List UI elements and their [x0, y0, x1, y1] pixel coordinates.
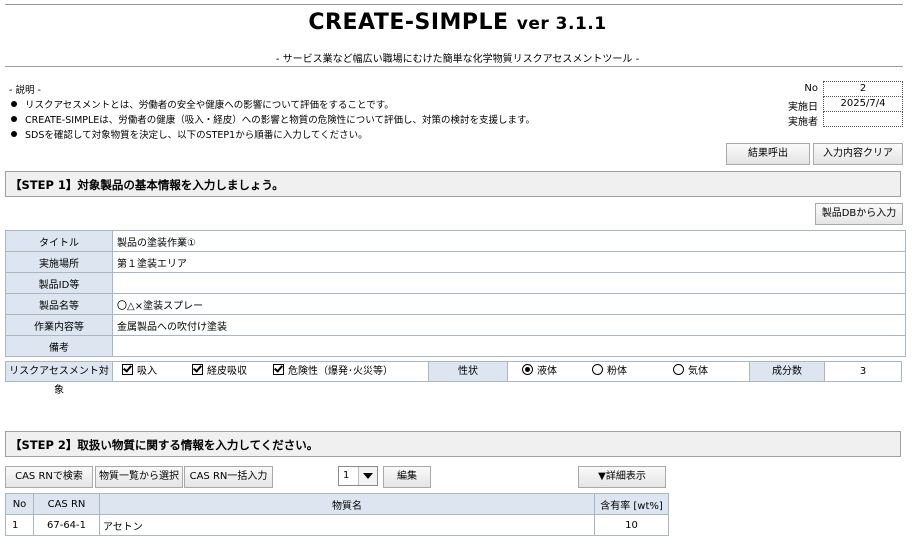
- step1-header: 【STEP 1】対象製品の基本情報を入力しましょう。: [5, 171, 901, 197]
- edit-button[interactable]: 編集: [383, 466, 431, 488]
- hazard-checkbox[interactable]: 危険性（爆発･火災等）: [273, 362, 393, 381]
- location-field[interactable]: 第１塗装エリア: [112, 251, 906, 273]
- form-row-remarks: 備考: [5, 335, 906, 357]
- ra-target-label: リスクアセスメント対象: [5, 361, 113, 396]
- description-line-1: リスクアセスメントとは、労働者の安全や健康への影響について評価をすることです。: [11, 97, 394, 111]
- show-details-button[interactable]: ▼詳細表示: [578, 466, 666, 488]
- components-field[interactable]: 3: [824, 361, 902, 382]
- bullet-icon: [11, 116, 17, 122]
- step2-header: 【STEP 2】取扱い物質に関する情報を入力してください。: [5, 431, 901, 457]
- state-powder-label: 粉体: [607, 366, 627, 377]
- description-heading: - 説明 -: [9, 85, 41, 96]
- dermal-checkbox[interactable]: 経皮吸収: [192, 362, 247, 381]
- person-field[interactable]: [823, 111, 903, 127]
- column-header-cas: CAS RN: [33, 493, 100, 515]
- dermal-label: 経皮吸収: [207, 366, 247, 377]
- app-subtitle: - サービス業など幅広い職場にむけた簡単な化学物質リスクアセスメントツール -: [275, 54, 640, 65]
- inhalation-label: 吸入: [137, 366, 157, 377]
- description-line-2: CREATE-SIMPLEは、労働者の健康（吸入・経皮）への影響と物質の危険性に…: [11, 112, 535, 126]
- no-field[interactable]: 2: [823, 81, 903, 97]
- row-no: 1: [5, 514, 34, 536]
- recall-results-button[interactable]: 結果呼出: [726, 143, 810, 165]
- bullet-icon: [11, 101, 17, 107]
- substance-list-button[interactable]: 物質一覧から選択: [95, 466, 183, 488]
- state-gas-radio[interactable]: 気体: [673, 362, 708, 381]
- form-row-work: 作業内容等 金属製品への吹付け塗装: [5, 314, 906, 336]
- radio-unselected-icon: [673, 364, 684, 375]
- row-substance-name[interactable]: アセトン: [99, 514, 595, 536]
- substance-table-header: No CAS RN 物質名 含有率 [wt%]: [5, 493, 669, 515]
- description-text: CREATE-SIMPLEは、労働者の健康（吸入・経皮）への影響と物質の危険性に…: [25, 115, 536, 126]
- radio-selected-icon: [522, 364, 533, 375]
- work-content-field[interactable]: 金属製品への吹付け塗装: [112, 314, 906, 336]
- cas-bulk-input-button[interactable]: CAS RN一括入力: [184, 466, 273, 488]
- product-id-field[interactable]: [112, 272, 906, 294]
- state-gas-label: 気体: [688, 366, 708, 377]
- app-title-text: CREATE-SIMPLE: [308, 10, 509, 35]
- radio-unselected-icon: [592, 364, 603, 375]
- state-liquid-radio[interactable]: 液体: [522, 362, 557, 381]
- checkbox-checked-icon: [122, 364, 133, 375]
- product-info-form: タイトル 製品の塗装作業① 実施場所 第１塗装エリア 製品ID等 製品名等 〇△…: [5, 230, 906, 357]
- no-label: No: [804, 83, 818, 94]
- table-row: 1 67-64-1 アセトン 10: [5, 514, 669, 536]
- column-header-content: 含有率 [wt%]: [594, 493, 669, 515]
- title-label: タイトル: [5, 230, 113, 252]
- column-header-no: No: [5, 493, 34, 515]
- component-selector-value: 1: [343, 470, 350, 481]
- app-title: CREATE-SIMPLE ver 3.1.1: [0, 10, 915, 35]
- form-row-title: タイトル 製品の塗装作業①: [5, 230, 906, 252]
- subtitle-divider: [5, 66, 903, 67]
- inhalation-checkbox[interactable]: 吸入: [122, 362, 157, 381]
- ra-target-options: 吸入 経皮吸収 危険性（爆発･火災等）: [112, 361, 429, 382]
- app-version: ver 3.1.1: [516, 14, 607, 34]
- top-divider: [5, 4, 903, 5]
- description-text: リスクアセスメントとは、労働者の安全や健康への影響について評価をすることです。: [25, 100, 394, 111]
- checkbox-checked-icon: [192, 364, 203, 375]
- remarks-label: 備考: [5, 335, 113, 357]
- form-row-location: 実施場所 第１塗装エリア: [5, 251, 906, 273]
- clear-input-button[interactable]: 入力内容クリア: [813, 143, 903, 165]
- row-cas[interactable]: 67-64-1: [33, 514, 100, 536]
- person-label: 実施者: [788, 117, 818, 128]
- title-field[interactable]: 製品の塗装作業①: [112, 230, 906, 252]
- location-label: 実施場所: [5, 251, 113, 273]
- chevron-down-icon[interactable]: [358, 467, 377, 485]
- date-field[interactable]: 2025/7/4: [823, 96, 903, 112]
- substance-table: No CAS RN 物質名 含有率 [wt%] 1 67-64-1 アセトン 1…: [5, 493, 669, 536]
- date-label: 実施日: [788, 102, 818, 113]
- components-label: 成分数: [749, 361, 825, 382]
- form-row-product-id: 製品ID等: [5, 272, 906, 294]
- state-liquid-label: 液体: [537, 366, 557, 377]
- state-options: 液体 粉体 気体: [507, 361, 750, 382]
- product-id-label: 製品ID等: [5, 272, 113, 294]
- checkbox-checked-icon: [273, 364, 284, 375]
- bullet-icon: [11, 131, 17, 137]
- form-row-product-name: 製品名等 〇△×塗装スプレー: [5, 293, 906, 315]
- state-label: 性状: [428, 361, 508, 382]
- description-text: SDSを確認して対象物質を決定し、以下のSTEP1から順番に入力してください。: [25, 130, 368, 141]
- remarks-field[interactable]: [112, 335, 906, 357]
- state-powder-radio[interactable]: 粉体: [592, 362, 627, 381]
- column-header-name: 物質名: [99, 493, 595, 515]
- component-selector[interactable]: 1: [338, 466, 378, 486]
- cas-search-button[interactable]: CAS RNで検索: [5, 466, 93, 488]
- hazard-label: 危険性（爆発･火災等）: [288, 366, 393, 377]
- product-name-label: 製品名等: [5, 293, 113, 315]
- product-db-button[interactable]: 製品DBから入力: [815, 203, 903, 225]
- row-content[interactable]: 10: [594, 514, 669, 536]
- work-content-label: 作業内容等: [5, 314, 113, 336]
- description-line-3: SDSを確認して対象物質を決定し、以下のSTEP1から順番に入力してください。: [11, 127, 368, 141]
- product-name-field[interactable]: 〇△×塗装スプレー: [112, 293, 906, 315]
